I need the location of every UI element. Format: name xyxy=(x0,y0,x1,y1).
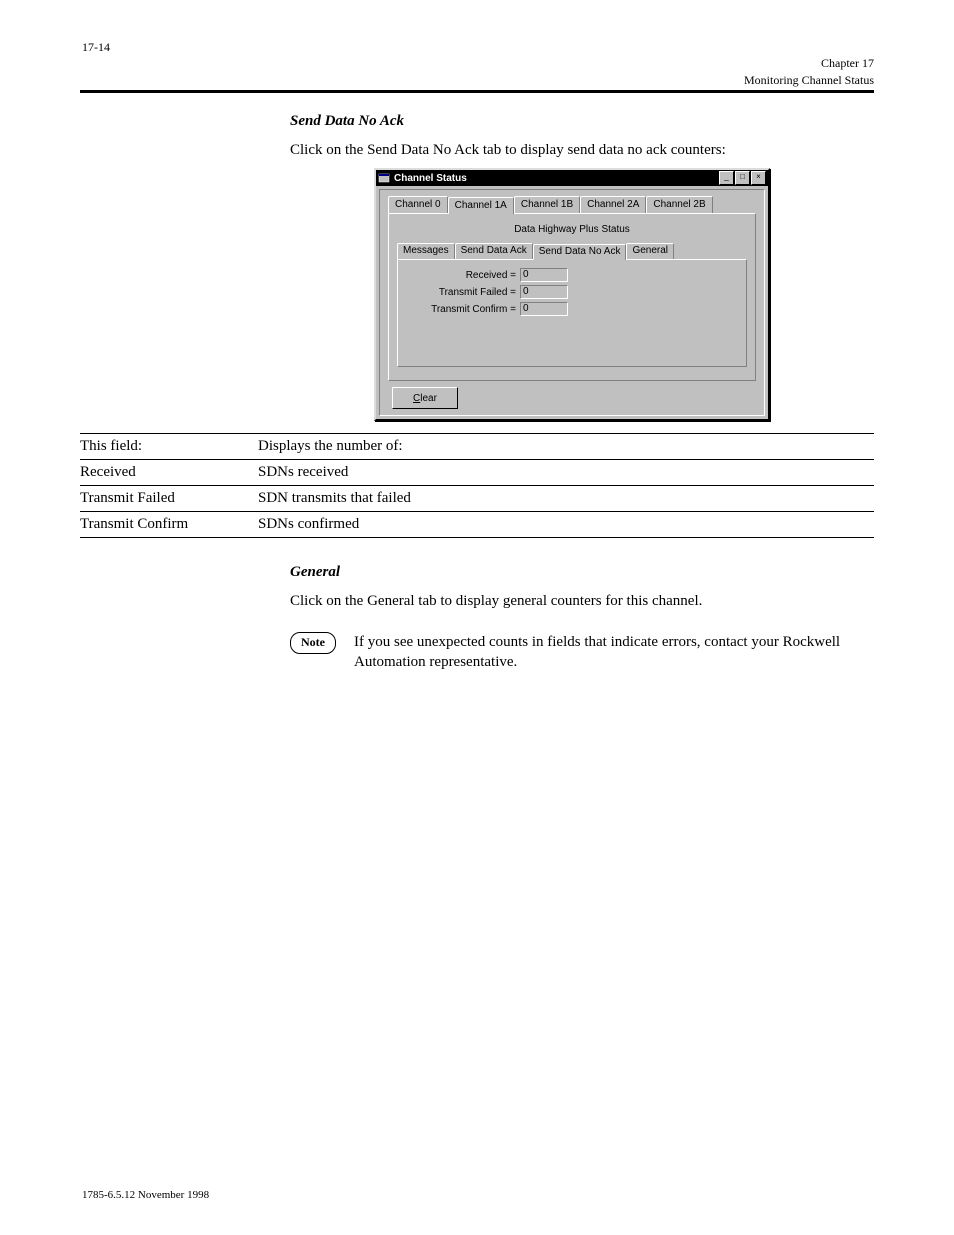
value-received: 0 xyxy=(520,268,568,282)
field-row-transmit-confirm: Transmit Confirm = 0 xyxy=(406,302,738,316)
window-body: Channel 0 Channel 1A Channel 1B Channel … xyxy=(379,189,765,416)
value-transmit-failed: 0 xyxy=(520,285,568,299)
label-received: Received = xyxy=(406,270,520,281)
maximize-button[interactable]: □ xyxy=(735,171,750,185)
table-header-row: This field: Displays the number of: xyxy=(80,433,874,460)
status-title: Data Highway Plus Status xyxy=(397,224,747,235)
td-field: Transmit Failed xyxy=(80,486,258,511)
channel-tab-body: Data Highway Plus Status Messages Send D… xyxy=(388,213,756,381)
td-desc: SDNs received xyxy=(258,460,874,485)
note-badge: Note xyxy=(290,632,336,654)
field-row-received: Received = 0 xyxy=(406,268,738,282)
value-transmit-confirm: 0 xyxy=(520,302,568,316)
td-field: Transmit Confirm xyxy=(80,512,258,537)
sub-tab-messages[interactable]: Messages xyxy=(397,243,455,259)
tab-channel-1b[interactable]: Channel 1B xyxy=(514,196,580,213)
th-desc: Displays the number of: xyxy=(258,434,874,459)
note-block: Note If you see unexpected counts in fie… xyxy=(290,632,874,673)
window-title: Channel Status xyxy=(394,173,719,184)
channel-tabs: Channel 0 Channel 1A Channel 1B Channel … xyxy=(388,196,762,213)
tab-channel-0[interactable]: Channel 0 xyxy=(388,196,448,213)
field-row-transmit-failed: Transmit Failed = 0 xyxy=(406,285,738,299)
table-row: Transmit Failed SDN transmits that faile… xyxy=(80,486,874,512)
section-intro-sdna: Click on the Send Data No Ack tab to dis… xyxy=(290,140,874,160)
page: 17-14 Chapter 17 Monitoring Channel Stat… xyxy=(0,0,954,1235)
sub-tab-send-data-no-ack[interactable]: Send Data No Ack xyxy=(533,244,627,260)
chapter-label: Chapter 17 xyxy=(80,56,874,71)
channel-status-screenshot: Channel Status _ □ × Channel 0 Channel 1… xyxy=(374,168,874,421)
publication-number: 1785-6.5.12 November 1998 xyxy=(82,1189,209,1201)
clear-button[interactable]: Clear xyxy=(392,387,458,409)
page-number: 17-14 xyxy=(82,40,110,55)
tab-channel-2a[interactable]: Channel 2A xyxy=(580,196,646,213)
clear-rest: lear xyxy=(420,393,437,404)
tab-channel-1a[interactable]: Channel 1A xyxy=(448,197,514,214)
sub-tab-send-data-ack[interactable]: Send Data Ack xyxy=(455,243,533,259)
sub-tab-general[interactable]: General xyxy=(626,243,674,259)
section-intro-general: Click on the General tab to display gene… xyxy=(290,591,874,611)
titlebar: Channel Status _ □ × xyxy=(376,170,768,186)
td-field: Received xyxy=(80,460,258,485)
sub-tab-body: Received = 0 Transmit Failed = 0 Transmi… xyxy=(397,259,747,367)
td-desc: SDNs confirmed xyxy=(258,512,874,537)
table-row: Received SDNs received xyxy=(80,460,874,486)
label-transmit-confirm: Transmit Confirm = xyxy=(406,304,520,315)
window-buttons: _ □ × xyxy=(719,171,766,185)
th-field: This field: xyxy=(80,434,258,459)
note-text: If you see unexpected counts in fields t… xyxy=(354,632,874,673)
sub-tabs: Messages Send Data Ack Send Data No Ack … xyxy=(397,243,747,259)
tab-channel-2b[interactable]: Channel 2B xyxy=(646,196,712,213)
section-heading-general: General xyxy=(290,564,874,581)
label-transmit-failed: Transmit Failed = xyxy=(406,287,520,298)
table-row: Transmit Confirm SDNs confirmed xyxy=(80,512,874,538)
window-channel-status: Channel Status _ □ × Channel 0 Channel 1… xyxy=(374,168,770,421)
window-icon xyxy=(378,172,390,184)
minimize-button[interactable]: _ xyxy=(719,171,734,185)
td-desc: SDN transmits that failed xyxy=(258,486,874,511)
clear-mnemonic: C xyxy=(413,393,420,404)
section-heading-sdna: Send Data No Ack xyxy=(290,113,874,130)
sdna-table: This field: Displays the number of: Rece… xyxy=(80,433,874,538)
page-header: Chapter 17 Monitoring Channel Status xyxy=(80,56,874,93)
chapter-title: Monitoring Channel Status xyxy=(80,73,874,88)
close-button[interactable]: × xyxy=(751,171,766,185)
